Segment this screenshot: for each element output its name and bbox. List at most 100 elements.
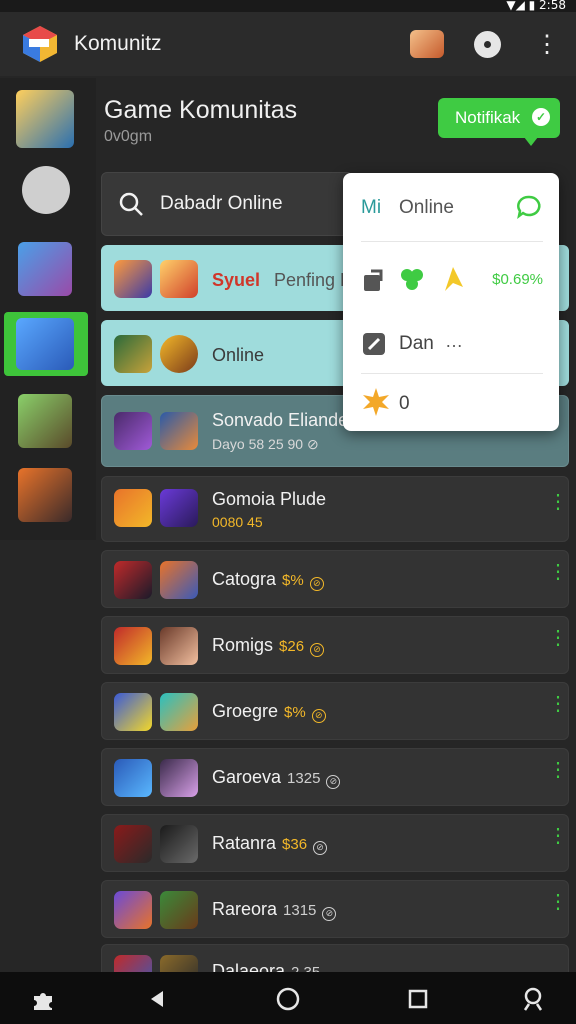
- game-thumb: [114, 693, 152, 731]
- burst-icon: [363, 388, 389, 416]
- item-menu-icon[interactable]: ⋮: [548, 492, 568, 521]
- card-title: Gomoia Plude: [212, 489, 327, 509]
- app-title: Komunitz: [74, 32, 162, 55]
- search-icon: [119, 192, 143, 216]
- card-title: Ratanra $36 ⊘: [212, 833, 328, 855]
- card-title: Romigs $26 ⊘: [212, 635, 325, 657]
- item-menu-icon[interactable]: ⋮: [548, 826, 568, 855]
- popup-dan-label: Dan: [399, 333, 434, 354]
- rail-community-3[interactable]: [18, 242, 72, 296]
- online-popup: Mi Online $0.69% Dan … 0: [343, 173, 559, 431]
- more-options-icon[interactable]: ⋮: [535, 30, 559, 60]
- game-thumb: [114, 891, 152, 929]
- share-icon: [364, 269, 383, 291]
- rail-add-avatar[interactable]: [22, 166, 70, 214]
- popup-count: 0: [399, 393, 410, 414]
- rail-community-5[interactable]: [18, 394, 72, 448]
- popup-prefix: Mi: [361, 197, 382, 218]
- page-title: Game Komunitas: [104, 96, 298, 124]
- notification-button[interactable]: Notifikak ✓: [438, 98, 560, 146]
- game-thumb: [114, 759, 152, 797]
- card-subtitle: 0080 45: [212, 514, 263, 530]
- rail-community-6[interactable]: [18, 468, 72, 522]
- item-menu-icon[interactable]: ⋮: [548, 760, 568, 789]
- game-thumb: [160, 759, 198, 797]
- search-bar[interactable]: Dabadr Online: [101, 172, 353, 236]
- item-menu-icon[interactable]: ⋮: [548, 694, 568, 723]
- item-menu-icon[interactable]: ⋮: [548, 628, 568, 657]
- system-nav-bar: [0, 972, 576, 1024]
- game-thumb: [114, 489, 152, 527]
- rail-community-1[interactable]: [16, 90, 74, 148]
- coin-icon: ⊘: [309, 577, 324, 591]
- chat-icon: [517, 195, 541, 219]
- status-time: 2:58: [539, 0, 566, 12]
- community-rail: [0, 78, 96, 540]
- card-title: Online: [212, 345, 265, 365]
- card-title: Groegre $% ⊘: [212, 701, 326, 723]
- notification-label: Notifikak: [455, 108, 521, 127]
- popup-online-label: Online: [399, 197, 454, 218]
- game-thumb: [160, 260, 198, 298]
- coin-icon: ⊘: [313, 841, 328, 855]
- user-avatar[interactable]: [410, 30, 444, 58]
- game-thumb: [160, 335, 198, 373]
- coin-icon: ⊘: [311, 709, 326, 723]
- game-thumb: [160, 561, 198, 599]
- card-price: $36: [282, 836, 308, 853]
- game-thumb: [160, 693, 198, 731]
- popup-divider: [361, 373, 543, 374]
- game-thumb: [160, 627, 198, 665]
- profile-icon[interactable]: [520, 986, 546, 1012]
- list-item[interactable]: Garoeva 1325 ⊘ ⋮: [101, 748, 569, 806]
- card-title: Rareora 1315 ⊘: [212, 899, 337, 921]
- card-price: 1325: [287, 770, 321, 787]
- game-thumb: [114, 260, 152, 298]
- list-item[interactable]: Catogra $% ⊘ ⋮: [101, 550, 569, 608]
- flag-icon: [445, 267, 463, 291]
- back-icon[interactable]: [145, 986, 171, 1012]
- notification-bell-icon: ✓: [532, 108, 550, 126]
- popup-more-icon[interactable]: …: [445, 331, 463, 352]
- popup-stats-row[interactable]: $0.69%: [361, 263, 543, 297]
- game-thumb: [114, 825, 152, 863]
- coin-icon: ⊘: [310, 643, 325, 657]
- app-logo-icon: [23, 26, 57, 62]
- popup-zero-row[interactable]: 0: [361, 387, 543, 421]
- game-thumb: [114, 335, 152, 373]
- game-thumb: [160, 891, 198, 929]
- rail-community-active[interactable]: [4, 312, 88, 376]
- app-bar: Komunitz ⋮: [0, 12, 576, 76]
- game-thumb: [160, 412, 198, 450]
- card-title: Syuel: [212, 270, 261, 290]
- popup-online-row[interactable]: Mi Online: [361, 193, 543, 223]
- game-thumb: [160, 489, 198, 527]
- popup-dan-row[interactable]: Dan …: [361, 327, 543, 361]
- popup-divider: [361, 241, 543, 242]
- card-subtitle: Dayo 58 25 90 ⊘: [212, 436, 319, 452]
- page-subtitle: 0v0gm: [104, 128, 153, 145]
- recents-icon[interactable]: [405, 986, 431, 1012]
- list-item[interactable]: Gomoia Plude 0080 45 ⋮: [101, 476, 569, 542]
- puzzle-icon[interactable]: [30, 986, 56, 1012]
- card-price: $%: [284, 704, 306, 721]
- disc-icon[interactable]: [474, 31, 501, 58]
- game-thumb: [114, 412, 152, 450]
- list-item[interactable]: Groegre $% ⊘ ⋮: [101, 682, 569, 740]
- clover-icon: [401, 269, 423, 290]
- status-bar: ▼◢ ▮ 2:58: [0, 0, 576, 12]
- game-thumb: [160, 825, 198, 863]
- game-thumb: [114, 627, 152, 665]
- tool-icon: [363, 333, 385, 355]
- home-icon[interactable]: [275, 986, 301, 1012]
- card-price: $26: [279, 638, 305, 655]
- card-price: 1315: [283, 902, 317, 919]
- item-menu-icon[interactable]: ⋮: [548, 562, 568, 591]
- card-title: Catogra $% ⊘: [212, 569, 324, 591]
- game-thumb: [114, 561, 152, 599]
- item-menu-icon[interactable]: ⋮: [548, 892, 568, 921]
- list-item[interactable]: Romigs $26 ⊘ ⋮: [101, 616, 569, 674]
- card-title: Garoeva 1325 ⊘: [212, 767, 341, 789]
- list-item[interactable]: Rareora 1315 ⊘ ⋮: [101, 880, 569, 938]
- list-item[interactable]: Ratanra $36 ⊘ ⋮: [101, 814, 569, 872]
